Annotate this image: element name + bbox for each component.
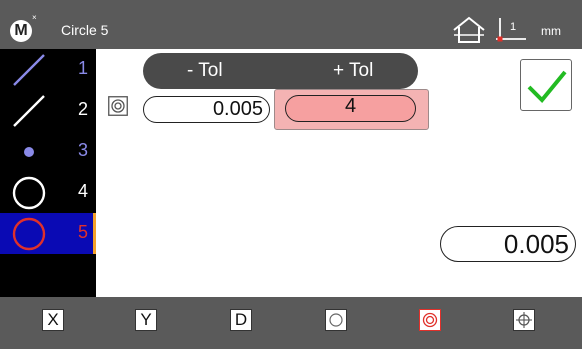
ok-button[interactable] bbox=[520, 59, 572, 111]
units-label[interactable]: mm bbox=[541, 24, 561, 38]
feature-number: 4 bbox=[78, 181, 89, 201]
d-button[interactable]: D bbox=[230, 309, 252, 331]
circle-button[interactable] bbox=[325, 309, 347, 331]
logo-mark: × bbox=[32, 13, 37, 22]
datum-icon[interactable]: 1 bbox=[494, 15, 528, 43]
feature-item-5[interactable]: 5 bbox=[0, 213, 96, 254]
bottom-toolbar: X Y D bbox=[0, 297, 582, 349]
minus-tol-field[interactable]: 0.005 bbox=[143, 96, 270, 123]
feature-sidebar: 1 2 3 4 5 bbox=[0, 49, 96, 297]
top-bar: M × Circle 5 1 mm bbox=[0, 0, 582, 49]
datum-label: 1 bbox=[510, 21, 516, 33]
plus-tol-value: 4 bbox=[344, 95, 357, 117]
feature-number: 5 bbox=[78, 222, 89, 242]
checkmark-icon bbox=[527, 70, 567, 103]
feature-item-3[interactable]: 3 bbox=[0, 131, 96, 172]
plus-tol-field[interactable]: 4 bbox=[285, 95, 416, 122]
x-button[interactable]: X bbox=[42, 309, 64, 331]
page-title: Circle 5 bbox=[61, 22, 109, 38]
line-icon bbox=[13, 95, 45, 127]
feature-item-4[interactable]: 4 bbox=[0, 172, 96, 213]
concentricity-icon[interactable] bbox=[108, 96, 128, 116]
plus-tol-label: + Tol bbox=[333, 60, 374, 81]
feature-item-2[interactable]: 2 bbox=[0, 90, 96, 131]
home-icon[interactable] bbox=[452, 16, 486, 44]
selection-indicator bbox=[93, 213, 96, 254]
feature-number: 2 bbox=[78, 99, 89, 119]
plus-tol-field-highlight: 4 bbox=[274, 89, 429, 130]
datum-marker bbox=[497, 36, 503, 42]
tolerance-header: - Tol + Tol bbox=[143, 53, 418, 89]
circle-icon bbox=[329, 313, 343, 327]
result-value: 0.005 bbox=[440, 226, 576, 262]
concentricity-button[interactable] bbox=[419, 309, 441, 331]
minus-tol-value: 0.005 bbox=[212, 98, 263, 120]
crosshair-button[interactable] bbox=[513, 309, 535, 331]
crosshair-icon bbox=[516, 312, 532, 328]
concentricity-icon bbox=[422, 312, 438, 328]
circle-icon bbox=[12, 176, 46, 210]
screen: M × Circle 5 1 mm 1 2 3 4 5 - Tol + Tol … bbox=[0, 0, 582, 349]
line-icon bbox=[13, 54, 45, 86]
y-button[interactable]: Y bbox=[135, 309, 157, 331]
app-logo[interactable]: M bbox=[10, 20, 32, 42]
feature-item-1[interactable]: 1 bbox=[0, 49, 96, 90]
minus-tol-label: - Tol bbox=[187, 60, 223, 81]
feature-number: 3 bbox=[78, 140, 89, 160]
feature-number: 1 bbox=[78, 58, 89, 78]
point-icon bbox=[24, 147, 34, 157]
circle-icon bbox=[12, 217, 46, 251]
